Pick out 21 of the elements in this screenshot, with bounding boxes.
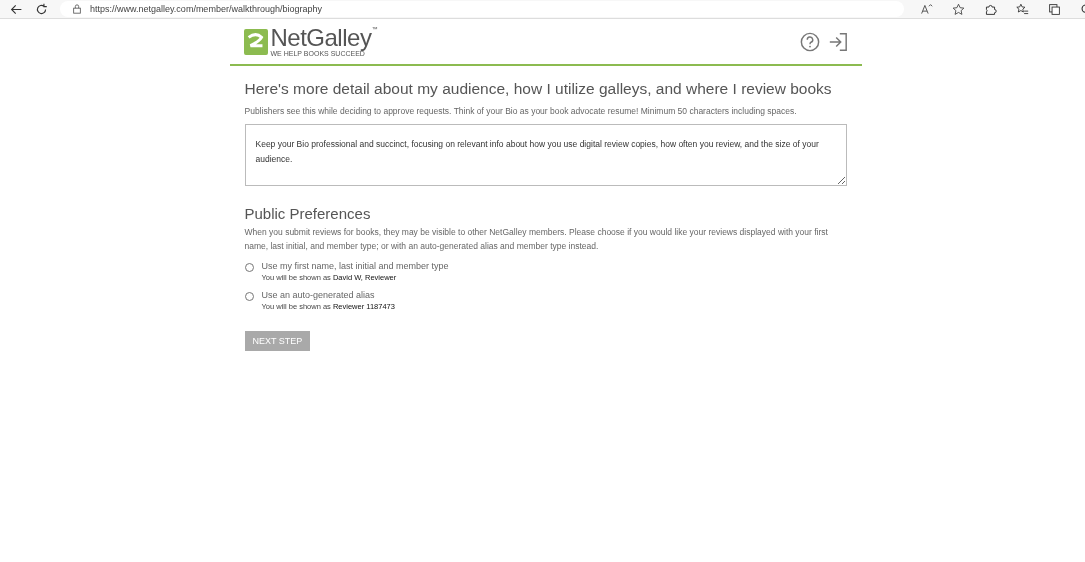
preferences-description: When you submit reviews for books, they may be visible to other NetGalley members. Please choose if you would like your reviews displayed with your first name, last initial, and member type; or with an auto-generated alias and member type instead.	[244, 226, 829, 253]
bio-description: Publishers see this while deciding to approve requests. Think of your Bio as your book advocate resume! Minimum 50 characters including spaces.	[244, 105, 798, 118]
extension-icon[interactable]	[984, 2, 997, 16]
lock-icon	[72, 4, 82, 14]
reload-icon[interactable]	[35, 2, 48, 16]
help-icon[interactable]	[799, 31, 820, 52]
sign-in-icon[interactable]	[827, 31, 848, 52]
logo-mark-icon	[243, 27, 268, 56]
url-text: https://www.netgalley.com/member/walkthrough/biography	[90, 4, 322, 14]
preferences-heading: Public Preferences	[244, 205, 372, 222]
back-icon[interactable]	[10, 2, 23, 16]
option-label[interactable]: Use my first name, last initial and member type	[261, 261, 449, 271]
favorites-icon[interactable]	[1016, 2, 1029, 16]
collections-icon[interactable]	[1048, 2, 1061, 16]
star-icon[interactable]	[952, 2, 965, 16]
bio-heading: Here's more detail about my audience, how I utilize galleys, and where I review books	[244, 80, 833, 98]
logo-name: NetGalley	[270, 26, 372, 50]
read-aloud-icon[interactable]	[920, 2, 933, 16]
bio-field[interactable]: Keep your Bio professional and succinct, focusing on relevant info about how you use digital review copies, how often you review, and the size of your audience.	[244, 124, 847, 186]
option-label[interactable]: Use an auto-generated alias	[261, 290, 395, 300]
address-bar[interactable]: https://www.netgalley.com/member/walkthrough/biography	[60, 1, 904, 17]
